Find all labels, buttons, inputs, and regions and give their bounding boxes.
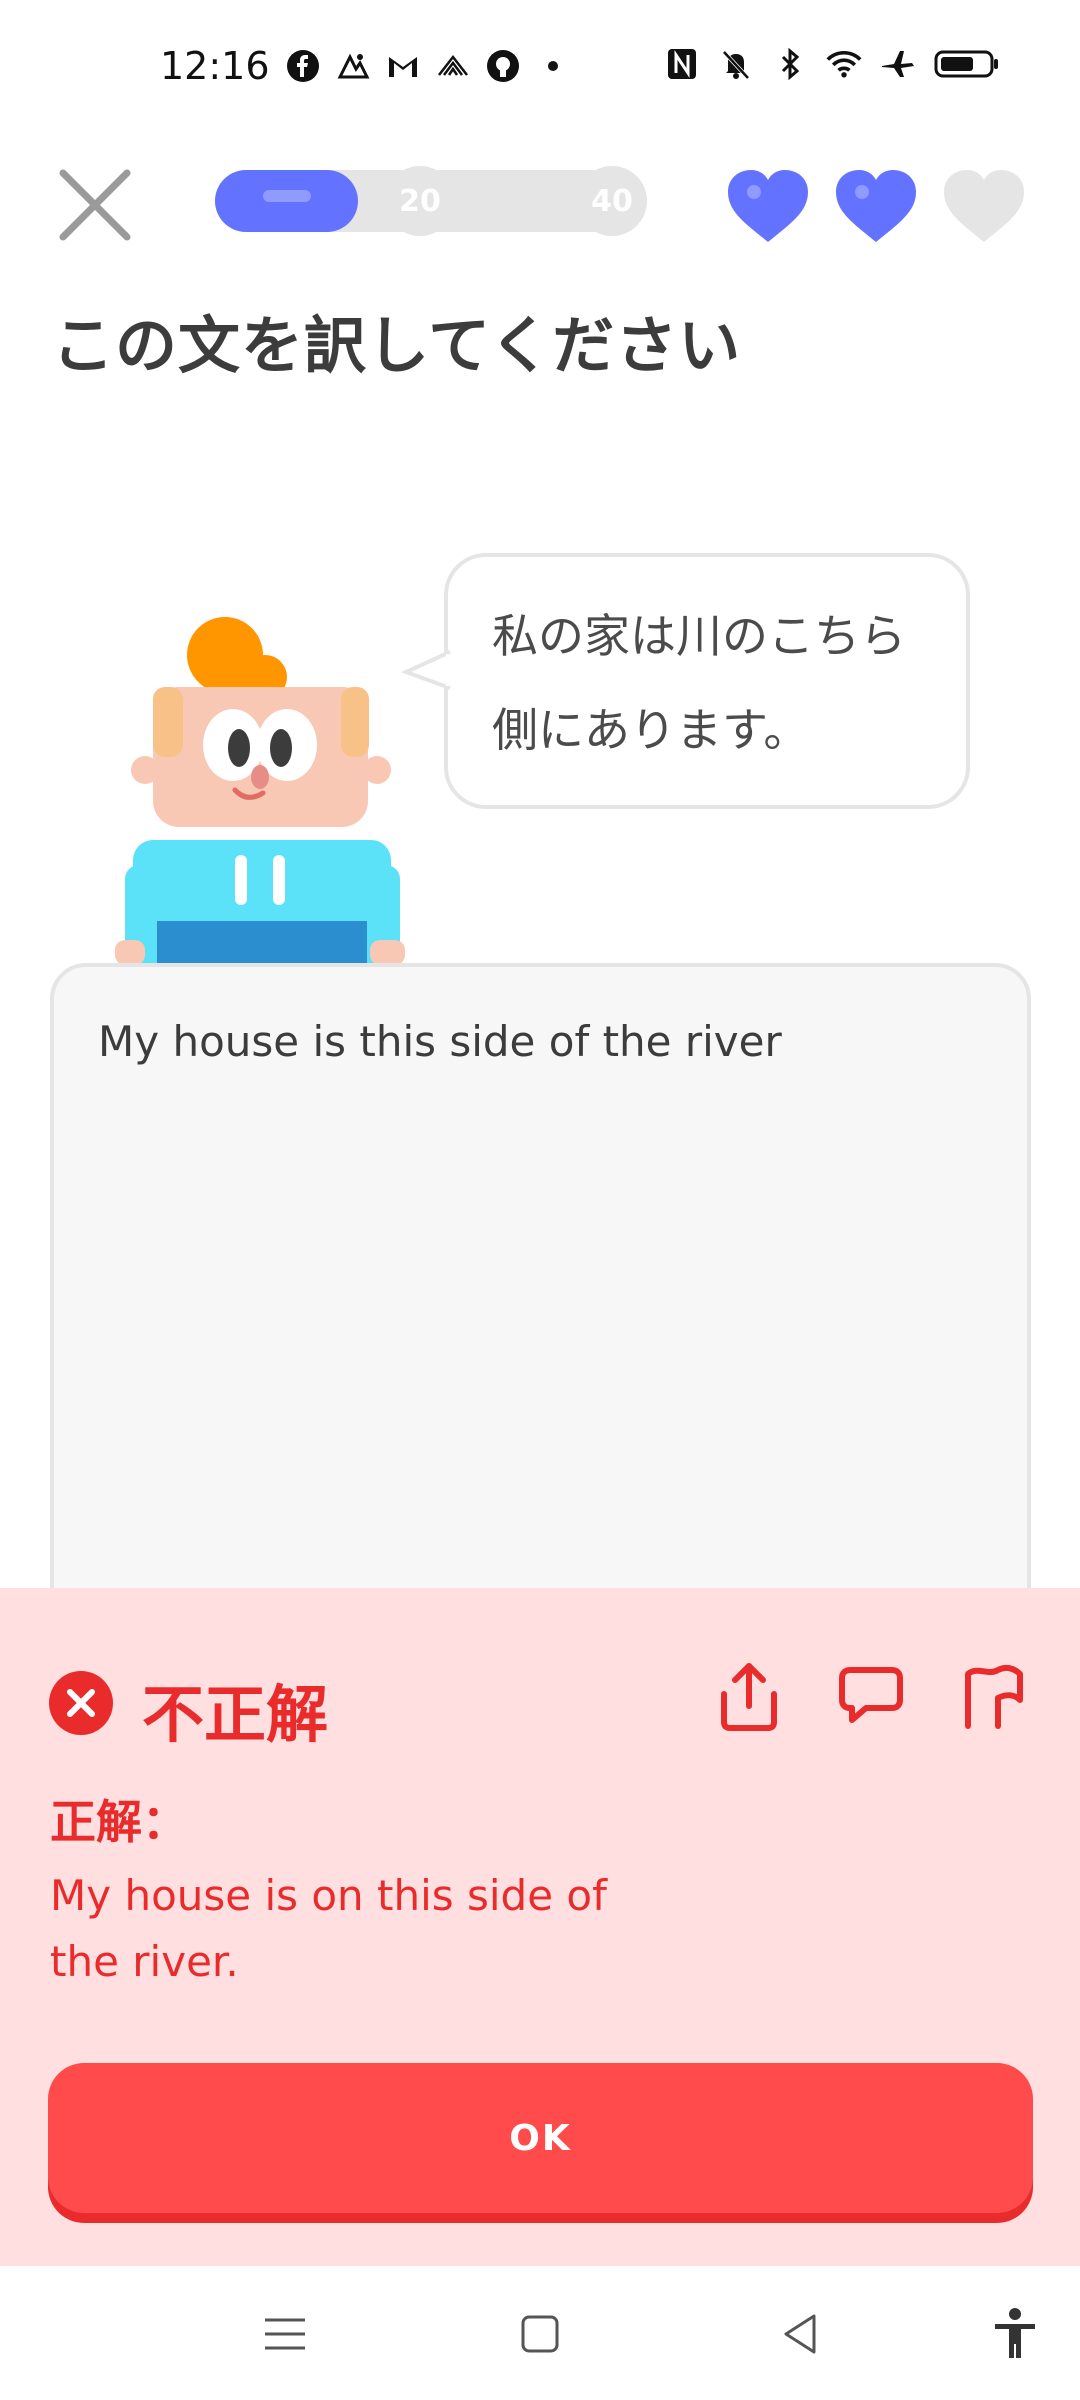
github-icon [485, 48, 521, 84]
menu-icon[interactable] [255, 2304, 315, 2364]
mute-icon [718, 46, 754, 82]
prompt-sentence-line1: 私の家は川のこちら [492, 609, 906, 663]
close-button[interactable] [55, 165, 135, 245]
app-icon [435, 48, 471, 84]
answer-textarea[interactable]: My house is this side of the river [50, 963, 1031, 1663]
gmail-icon [385, 48, 421, 84]
system-navigation-bar [0, 2266, 1080, 2400]
correct-answer-line1: My house is on this side of [50, 1871, 607, 1920]
dot-icon [535, 48, 571, 84]
correct-answer: My house is on this side of the river. [50, 1863, 650, 1995]
wifi-icon [826, 46, 862, 82]
character-illustration [115, 617, 405, 965]
heart-icon [836, 170, 916, 242]
bubble-tail [402, 650, 452, 690]
bluetooth-icon [772, 46, 808, 82]
prompt-sentence[interactable]: 私の家は川のこちら 側にあります。 [492, 589, 922, 777]
feedback-panel: 不正解 正解： My house is on this side of the … [0, 1588, 1080, 2266]
correct-answer-label: 正解： [50, 1795, 188, 1849]
status-time: 12:16 [160, 44, 270, 88]
close-icon [59, 169, 131, 241]
hearts [726, 168, 1026, 244]
feedback-actions [714, 1660, 1028, 1734]
share-icon[interactable] [714, 1660, 784, 1734]
accessibility-icon[interactable] [985, 2304, 1045, 2364]
correct-answer-line2: the river. [50, 1937, 239, 1986]
comment-icon[interactable] [836, 1660, 906, 1734]
airplane-icon [880, 46, 916, 82]
system-icons [664, 46, 1000, 82]
nfc-icon [664, 46, 700, 82]
lesson-progress-bar: 20 40 [215, 166, 647, 236]
home-icon[interactable] [510, 2304, 570, 2364]
notification-icons [285, 48, 571, 84]
photos-icon [335, 48, 371, 84]
heart-icon [728, 170, 808, 242]
status-bar: 12:16 [0, 0, 1080, 140]
progress-fill [215, 170, 358, 232]
prompt-title: この文を訳してください [52, 309, 742, 382]
milestone-20: 20 [385, 166, 455, 236]
feedback-title: 不正解 [142, 1678, 329, 1751]
heart-empty-icon [944, 170, 1024, 242]
incorrect-icon [49, 1671, 113, 1735]
back-icon[interactable] [770, 2304, 830, 2364]
flag-icon[interactable] [958, 1660, 1028, 1734]
answer-text: My house is this side of the river [98, 1017, 782, 1066]
speech-bubble: 私の家は川のこちら 側にあります。 [444, 553, 970, 809]
facebook-icon [285, 48, 321, 84]
battery-icon [934, 46, 1000, 82]
ok-button[interactable]: OK [48, 2063, 1033, 2213]
milestone-40: 40 [577, 166, 647, 236]
prompt-sentence-line2: 側にあります。 [492, 703, 810, 757]
